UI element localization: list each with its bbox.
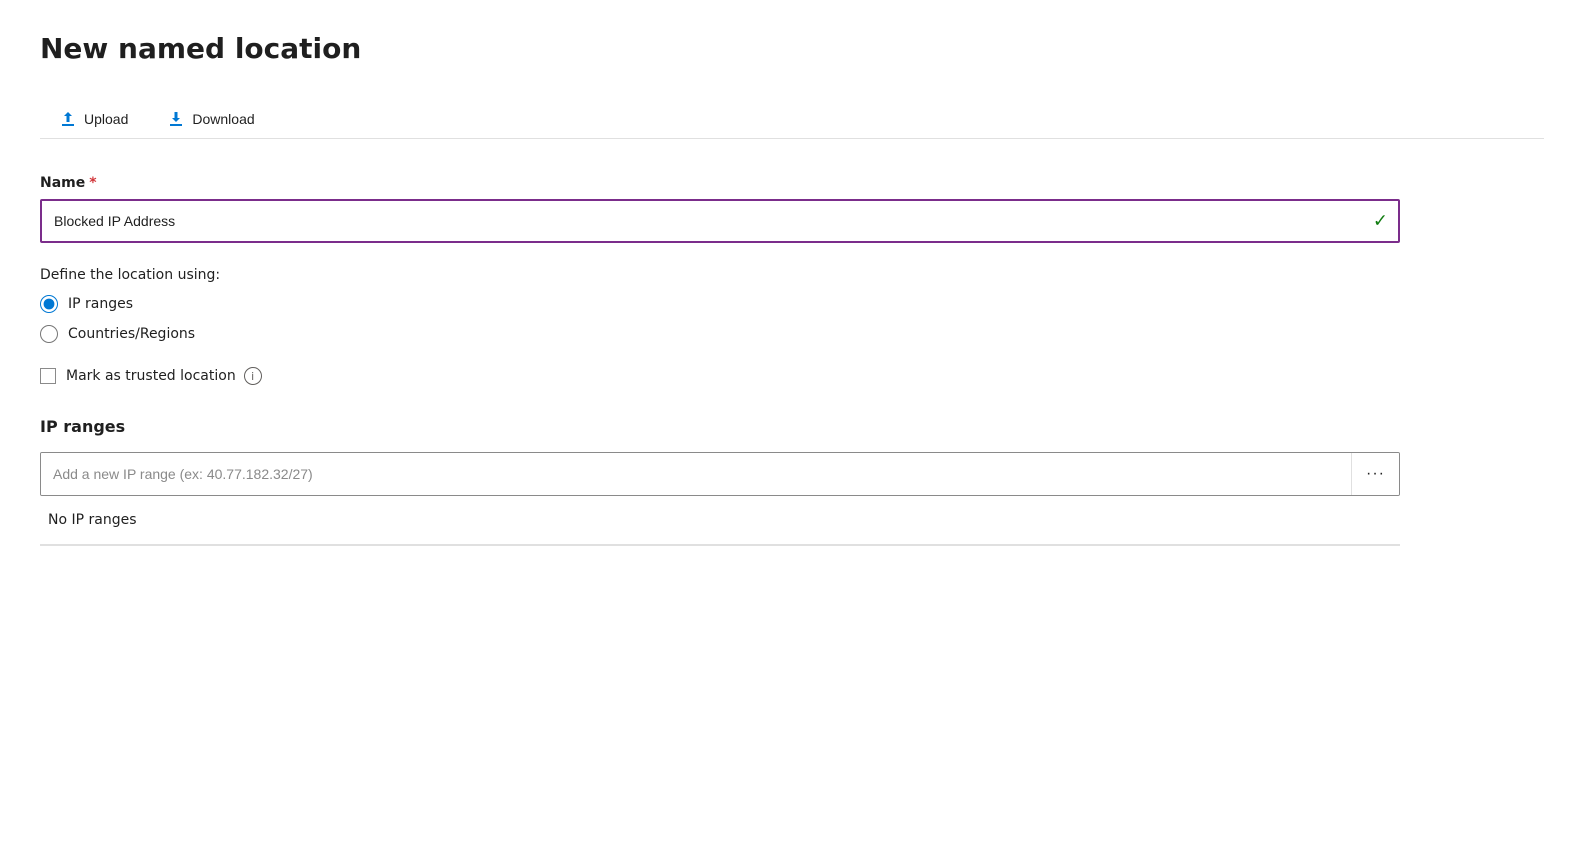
no-ip-ranges-text: No IP ranges [40,496,1400,545]
define-location-group: Define the location using: IP ranges Cou… [40,267,1400,343]
trusted-location-checkbox[interactable] [40,368,56,384]
name-input[interactable] [40,199,1400,243]
trusted-location-label[interactable]: Mark as trusted location i [66,367,262,385]
form-section: Name * ✓ Define the location using: IP r… [40,175,1400,546]
countries-radio[interactable] [40,325,58,343]
ip-input-row: ··· [40,452,1400,496]
trusted-location-group: Mark as trusted location i [40,367,1400,385]
ip-ranges-divider [40,545,1400,546]
ip-range-input[interactable] [41,453,1351,495]
ip-ranges-section: IP ranges ··· No IP ranges [40,417,1400,546]
toolbar: Upload Download [40,101,1544,139]
ip-ranges-radio[interactable] [40,295,58,313]
valid-check-icon: ✓ [1373,211,1388,232]
page-title: New named location [40,32,1544,65]
define-location-label: Define the location using: [40,267,1400,283]
info-icon[interactable]: i [244,367,262,385]
name-input-wrapper: ✓ [40,199,1400,243]
ip-ranges-radio-label: IP ranges [68,296,133,312]
ip-ranges-radio-option[interactable]: IP ranges [40,295,1400,313]
upload-button[interactable]: Upload [40,101,148,139]
download-label: Download [192,111,254,127]
name-label: Name * [40,175,1400,191]
upload-label: Upload [84,111,128,127]
upload-icon [60,111,76,127]
location-type-radio-group: IP ranges Countries/Regions [40,295,1400,343]
required-indicator: * [89,175,96,191]
download-button[interactable]: Download [148,101,274,139]
countries-radio-option[interactable]: Countries/Regions [40,325,1400,343]
ip-range-more-button[interactable]: ··· [1351,453,1399,495]
ip-ranges-title: IP ranges [40,417,1400,436]
name-form-group: Name * ✓ [40,175,1400,243]
download-icon [168,111,184,127]
countries-radio-label: Countries/Regions [68,326,195,342]
